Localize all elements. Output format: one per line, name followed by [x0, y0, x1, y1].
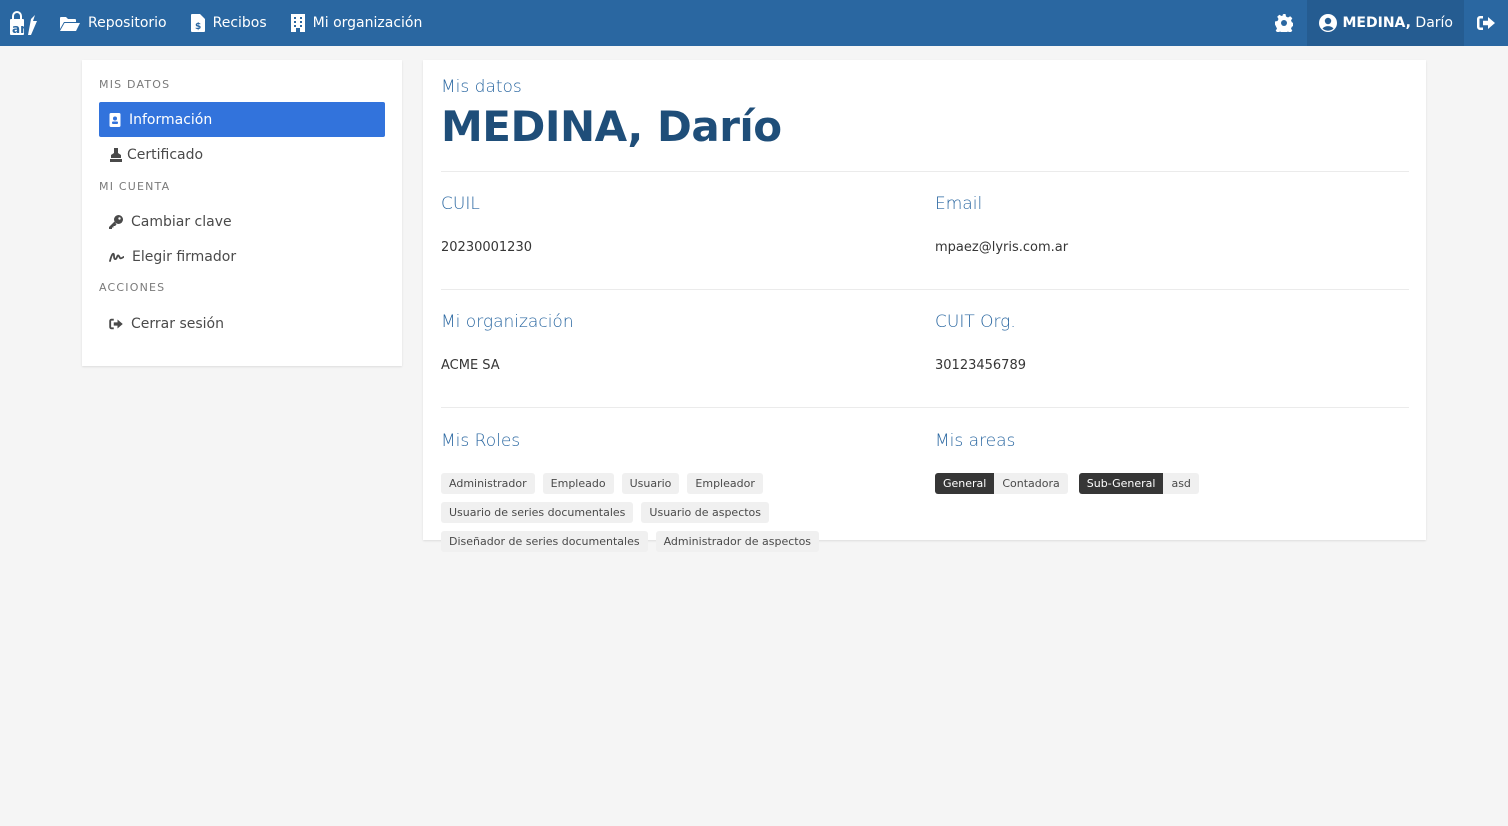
area-tag: Sub-General [1078, 473, 1164, 494]
email-label: Email [935, 194, 983, 214]
email-value: mpaez@lyris.com.ar [935, 240, 1069, 255]
logout-button[interactable] [1464, 0, 1508, 46]
stamp-icon [110, 147, 122, 162]
profile-panel: Mis datos MEDINA, Darío CUIL 20230001230… [423, 60, 1426, 552]
nav-repositorio[interactable]: Repositorio [48, 0, 179, 46]
sidebar-item-certificado[interactable]: Certificado [99, 137, 385, 172]
role-tag: Usuario de series documentales [441, 502, 634, 523]
sign-out-icon [109, 318, 123, 329]
sidebar-item-cambiar-clave[interactable]: Cambiar clave [99, 204, 385, 239]
page-subtitle: Mis datos [441, 77, 522, 97]
nav-repositorio-label: Repositorio [88, 15, 167, 31]
page-title: MEDINA, Darío [441, 102, 782, 151]
file-invoice-dollar-icon: $ [190, 14, 205, 32]
divider [441, 171, 1409, 172]
sidebar-item-elegir-firmador[interactable]: Elegir firmador [99, 239, 385, 274]
sidebar-item-label: Cambiar clave [131, 213, 232, 230]
building-icon [290, 14, 305, 32]
app-logo-icon: ar [10, 11, 37, 36]
org-label: Mi organización [441, 312, 574, 332]
area-tag: General [935, 473, 995, 494]
signature-icon [109, 252, 124, 262]
user-name: MEDINA, Darío [1342, 15, 1454, 31]
sidebar-item-label: Elegir firmador [132, 248, 237, 265]
sidebar-item-label: Certificado [127, 146, 204, 163]
area-subtag: Contadora [994, 473, 1068, 494]
sidebar-item-label: Información [129, 111, 213, 128]
role-tag: Usuario [621, 473, 680, 494]
sidebar-item-informacion[interactable]: Información [99, 102, 385, 137]
gear-icon [1274, 14, 1293, 32]
roles-label: Mis Roles [441, 431, 521, 451]
menu-label-mis-datos: MIS DATOS [99, 78, 171, 91]
roles-tag-list: Administrador Empleado Usuario Empleador… [441, 473, 921, 552]
area-subtag: asd [1163, 473, 1199, 494]
settings-button[interactable] [1261, 0, 1307, 46]
id-badge-icon [109, 112, 121, 127]
area-tag-pair: General Contadora [935, 473, 1068, 494]
cuit-value: 30123456789 [935, 358, 1026, 373]
cuil-value: 20230001230 [441, 240, 532, 255]
divider [441, 407, 1409, 408]
svg-text:$: $ [195, 22, 201, 32]
folder-open-icon [60, 16, 80, 31]
app-logo[interactable]: ar [0, 0, 48, 46]
cuil-label: CUIL [441, 194, 480, 214]
menu-label-acciones: ACCIONES [99, 281, 166, 294]
menu-label-mi-cuenta: MI CUENTA [99, 180, 171, 193]
user-circle-icon [1318, 14, 1337, 32]
nav-mi-organizacion-label: Mi organización [312, 15, 423, 31]
areas-tag-list: General Contadora Sub-General asd [935, 473, 1199, 494]
nav-recibos-label: Recibos [212, 15, 267, 31]
nav-recibos[interactable]: $ Recibos [179, 0, 279, 46]
area-tag-pair: Sub-General asd [1078, 473, 1199, 494]
sign-out-icon [1477, 16, 1495, 30]
nav-mi-organizacion[interactable]: Mi organización [279, 0, 435, 46]
role-tag: Administrador de aspectos [655, 531, 820, 552]
role-tag: Usuario de aspectos [641, 502, 770, 523]
sidebar-item-label: Cerrar sesión [131, 315, 224, 332]
key-icon [109, 214, 123, 229]
user-menu[interactable]: MEDINA, Darío [1306, 0, 1464, 46]
role-tag: Empleado [542, 473, 614, 494]
svg-text:ar: ar [12, 22, 26, 36]
org-value: ACME SA [441, 358, 500, 373]
cuit-label: CUIT Org. [935, 312, 1016, 332]
top-navbar: ar Repositorio $ Recibos Mi organización… [0, 0, 1508, 46]
sidebar-menu: MIS DATOS Información Certificado MI CUE… [82, 60, 402, 366]
role-tag: Empleador [687, 473, 763, 494]
role-tag: Administrador [441, 473, 535, 494]
sidebar-item-cerrar-sesion[interactable]: Cerrar sesión [99, 306, 385, 341]
divider [441, 289, 1409, 290]
role-tag: Diseñador de series documentales [441, 531, 648, 552]
areas-label: Mis areas [935, 431, 1016, 451]
